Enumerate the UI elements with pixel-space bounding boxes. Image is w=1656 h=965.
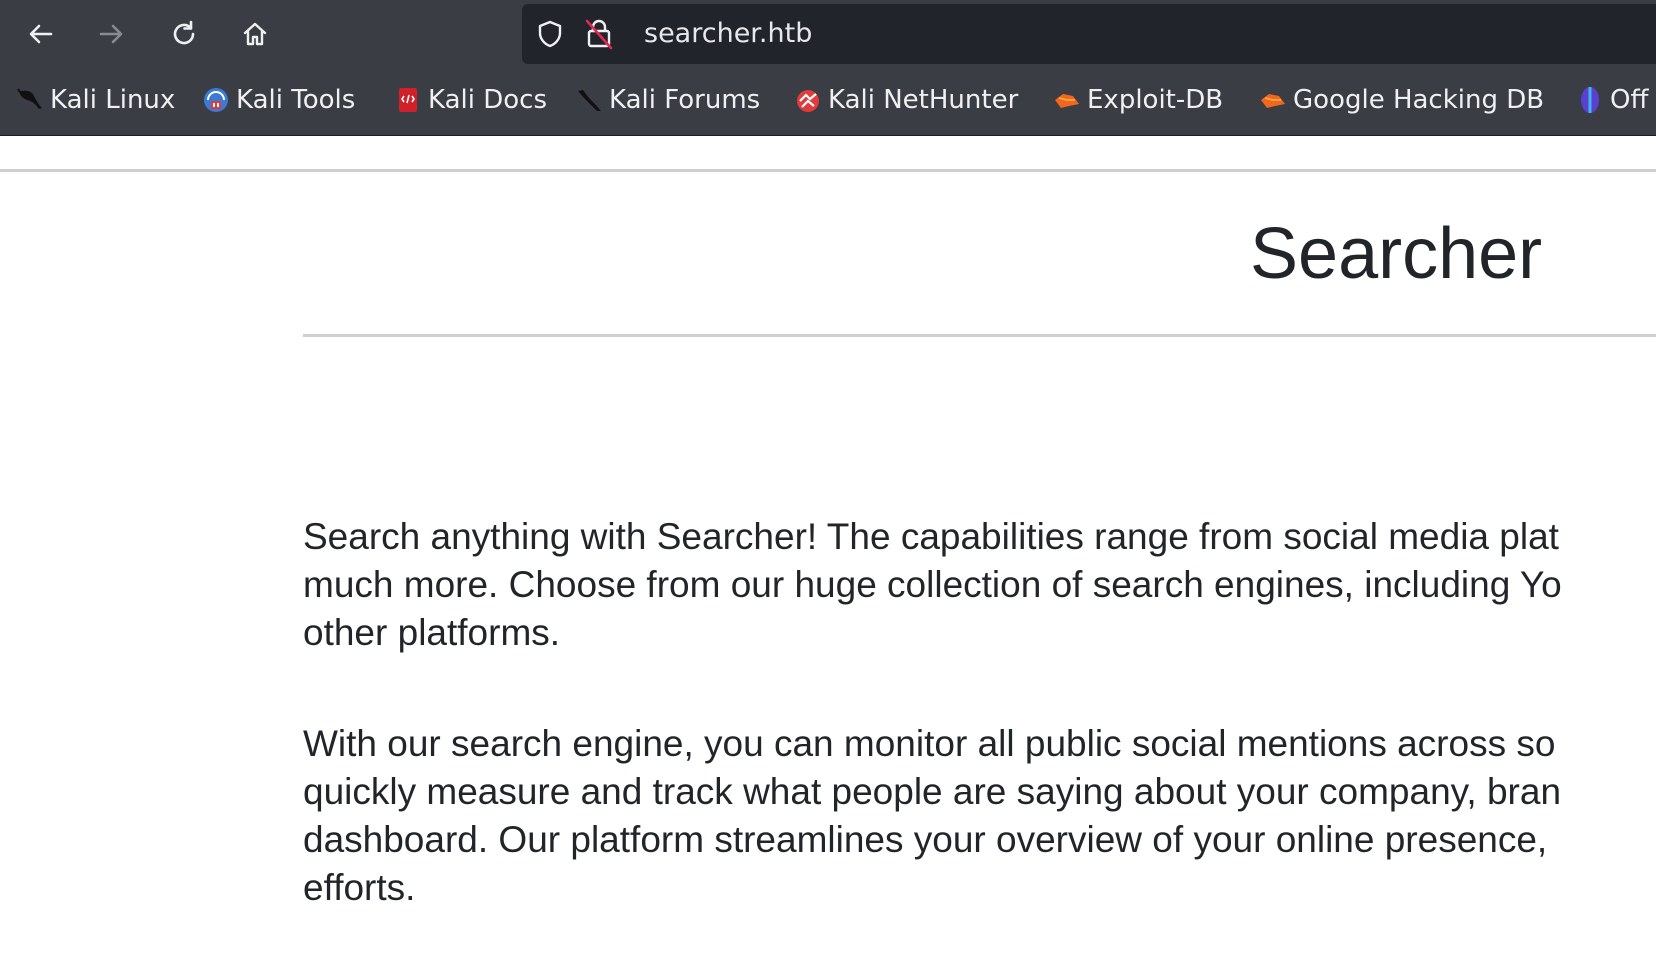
- paragraph-line: quickly measure and track what people ar…: [303, 771, 1562, 812]
- bookmarks-toolbar: Kali Linux Kali Tools Kali Docs Kali For…: [0, 66, 1656, 136]
- forward-button[interactable]: [89, 12, 133, 56]
- url-text[interactable]: searcher.htb: [644, 18, 812, 50]
- bookmark-kali-nethunter[interactable]: Kali NetHunter: [794, 84, 1018, 116]
- bookmark-label: Google Hacking DB: [1293, 85, 1545, 115]
- kali-tools-icon: [204, 88, 228, 112]
- address-bar[interactable]: searcher.htb: [522, 4, 1656, 64]
- home-button[interactable]: [233, 12, 277, 56]
- paragraph-line: much more. Choose from our huge collecti…: [303, 564, 1562, 605]
- paragraph-line: dashboard. Our platform streamlines your…: [303, 819, 1548, 860]
- bookmark-label: Off: [1610, 85, 1649, 115]
- header-divider: [0, 169, 1656, 172]
- bookmark-label: Kali NetHunter: [828, 85, 1019, 115]
- offsec-icon: [1581, 87, 1599, 113]
- monitoring-paragraph: With our search engine, you can monitor …: [303, 720, 1656, 912]
- reload-button[interactable]: [162, 12, 206, 56]
- back-arrow-icon: [29, 24, 53, 44]
- home-icon: [243, 22, 267, 46]
- kali-dragon-icon: [17, 88, 42, 109]
- browser-toolbar: searcher.htb: [0, 0, 1656, 66]
- bookmark-label: Kali Tools: [236, 85, 356, 115]
- exploit-db-icon: [1055, 94, 1079, 108]
- bookmark-kali-docs[interactable]: Kali Docs: [394, 84, 547, 116]
- bookmark-offsec[interactable]: Off: [1576, 84, 1648, 116]
- back-button[interactable]: [19, 12, 63, 56]
- bookmark-label: Kali Linux: [50, 85, 176, 115]
- bookmark-label: Exploit-DB: [1087, 85, 1224, 115]
- paragraph-line: With our search engine, you can monitor …: [303, 723, 1556, 764]
- bookmark-kali-tools[interactable]: Kali Tools: [202, 84, 355, 116]
- paragraph-line: other platforms.: [303, 612, 561, 653]
- insecure-lock-icon[interactable]: [584, 18, 614, 50]
- bookmark-kali-forums[interactable]: Kali Forums: [575, 84, 760, 116]
- bookmark-google-hacking-db[interactable]: Google Hacking DB: [1259, 84, 1544, 116]
- intro-paragraph: Search anything with Searcher! The capab…: [303, 513, 1656, 657]
- tracking-protection-shield-icon[interactable]: [536, 20, 564, 48]
- google-hacking-db-icon: [1261, 94, 1285, 108]
- kali-forums-icon: [578, 90, 601, 111]
- title-divider: [303, 334, 1656, 337]
- reload-icon: [173, 20, 195, 45]
- kali-nethunter-icon: [797, 90, 819, 112]
- page-title: Searcher: [1250, 214, 1543, 294]
- forward-arrow-icon: [99, 24, 123, 44]
- paragraph-line: efforts.: [303, 867, 416, 908]
- bookmark-exploit-db[interactable]: Exploit-DB: [1053, 84, 1223, 116]
- bookmark-label: Kali Forums: [609, 85, 761, 115]
- bookmark-label: Kali Docs: [428, 85, 548, 115]
- paragraph-line: Search anything with Searcher! The capab…: [303, 516, 1559, 557]
- kali-docs-icon: [399, 88, 417, 112]
- bookmark-kali-linux[interactable]: Kali Linux: [16, 84, 175, 116]
